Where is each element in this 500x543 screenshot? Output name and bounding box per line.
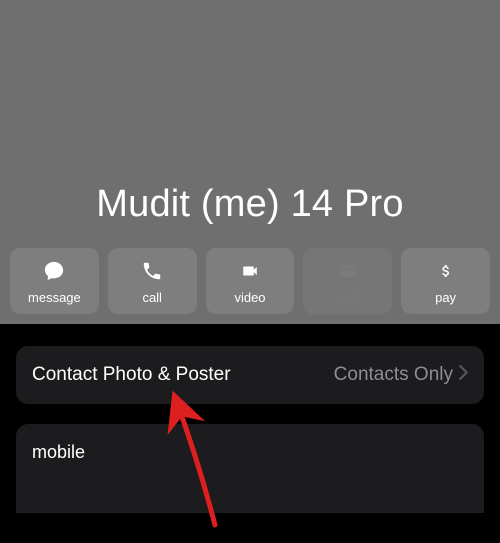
row-label: Contact Photo & Poster <box>32 364 231 386</box>
row-value: Contacts Only <box>334 364 453 386</box>
video-button[interactable]: video <box>206 248 295 314</box>
pay-label: pay <box>435 290 456 305</box>
mail-label: mail <box>336 290 360 305</box>
chevron-right-icon <box>459 365 468 385</box>
row-right: Contacts Only <box>334 364 468 386</box>
message-icon <box>41 258 67 284</box>
actions-row: message call video mail pay <box>10 248 490 314</box>
call-button[interactable]: call <box>108 248 197 314</box>
contact-name: Mudit (me) 14 Pro <box>96 183 404 226</box>
call-label: call <box>142 290 162 305</box>
mobile-label: mobile <box>32 442 85 462</box>
mobile-row[interactable]: mobile <box>16 424 484 513</box>
phone-icon <box>139 258 165 284</box>
contact-photo-poster-row[interactable]: Contact Photo & Poster Contacts Only <box>16 346 484 404</box>
pay-button[interactable]: pay <box>401 248 490 314</box>
mail-button: mail <box>303 248 392 314</box>
dollar-icon <box>433 258 459 284</box>
mail-icon <box>335 258 361 284</box>
contact-header: Mudit (me) 14 Pro message call video mai… <box>0 0 500 324</box>
message-label: message <box>28 290 81 305</box>
contact-body: Contact Photo & Poster Contacts Only mob… <box>0 324 500 513</box>
message-button[interactable]: message <box>10 248 99 314</box>
video-icon <box>237 258 263 284</box>
video-label: video <box>234 290 265 305</box>
